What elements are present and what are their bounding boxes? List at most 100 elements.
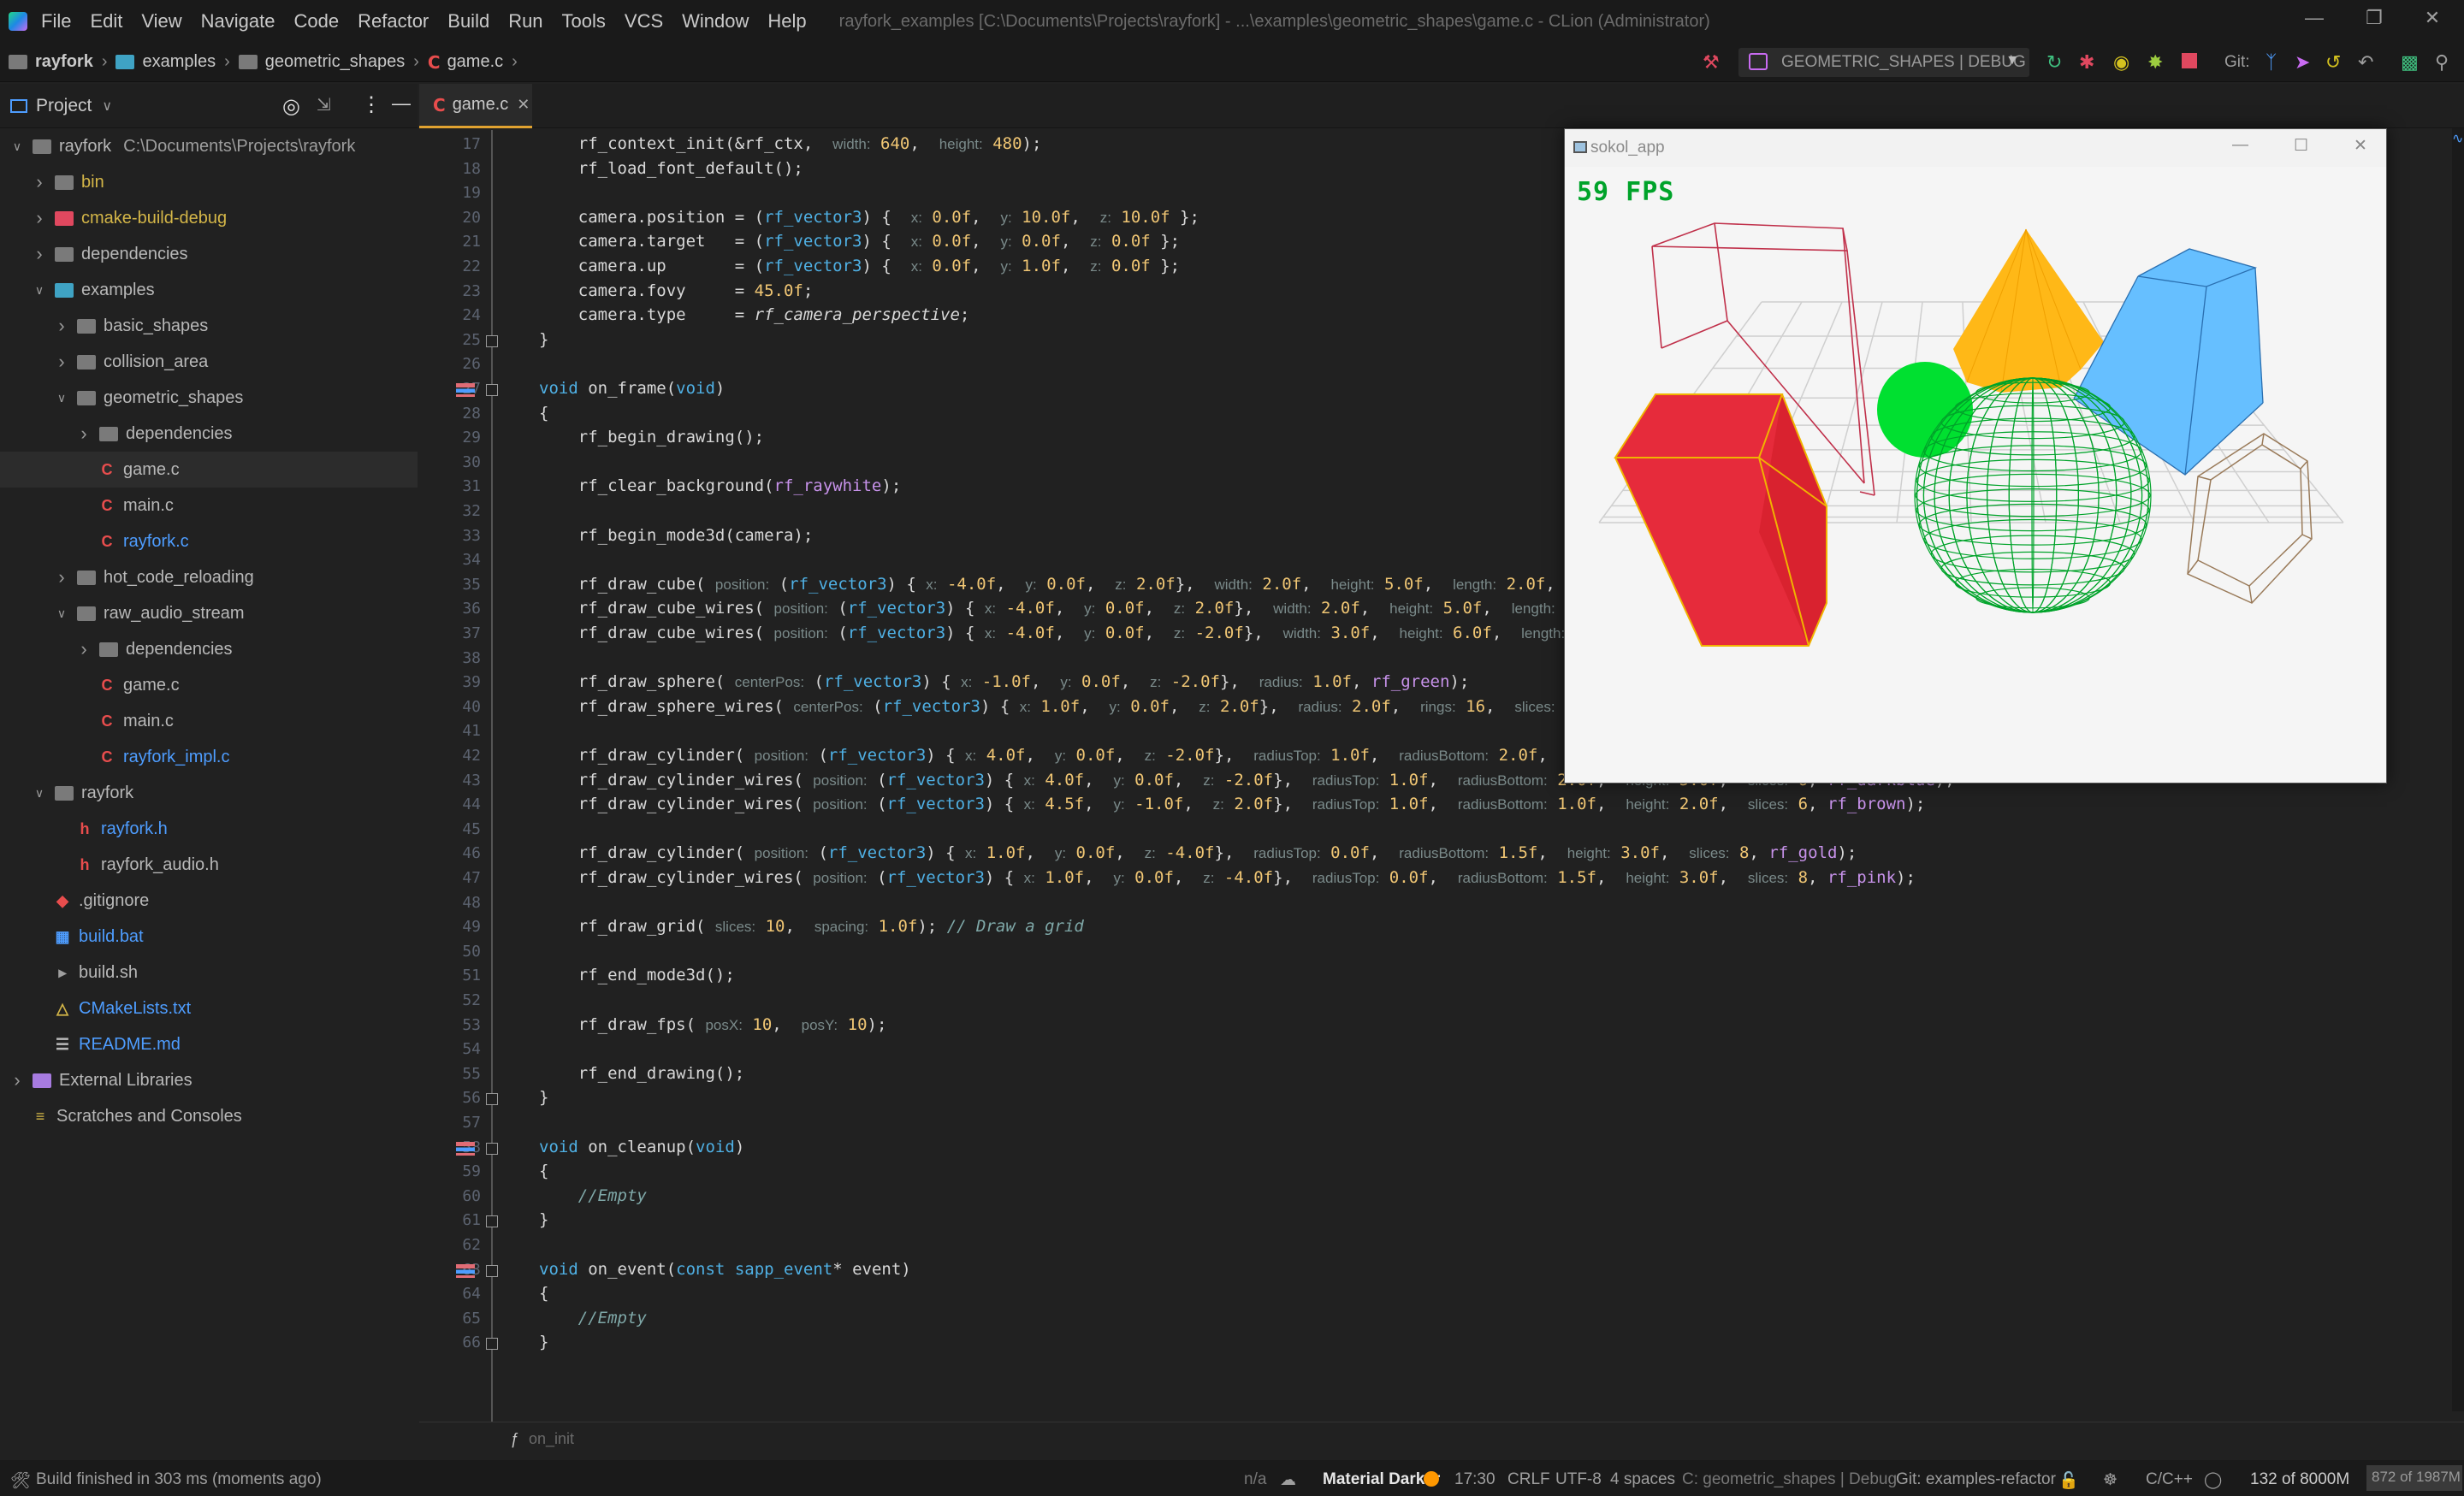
chevron-right-icon[interactable]: › (53, 566, 70, 588)
tree-item[interactable]: ▦ build.bat (0, 919, 418, 955)
code-line[interactable]: camera.target = (rf_vector3) { x: 0.0f, … (539, 232, 1180, 251)
code-line[interactable]: void on_cleanup(void) (539, 1138, 744, 1156)
tree-item[interactable]: Cgame.c (0, 667, 418, 703)
tree-item[interactable]: Cmain.c (0, 488, 418, 523)
tree-item[interactable]: ∨ raw_audio_stream (0, 595, 418, 631)
git-branch[interactable]: Git: examples-refactor (1896, 1470, 2056, 1489)
file-encoding[interactable]: UTF-8 (1555, 1470, 1602, 1489)
declaration-gutter-icon[interactable] (456, 1263, 475, 1278)
menu-navigate[interactable]: Navigate (201, 10, 275, 33)
indent-setting[interactable]: 4 spaces (1610, 1470, 1675, 1489)
chevron-right-icon[interactable]: › (31, 207, 48, 229)
code-line[interactable]: rf_load_font_default(); (539, 159, 803, 178)
close-tab-icon[interactable]: ✕ (517, 96, 530, 114)
code-line[interactable]: rf_draw_grid( slices: 10, spacing: 1.0f)… (539, 917, 1084, 936)
tree-item[interactable]: ∨ examples (0, 272, 418, 308)
declaration-gutter-icon[interactable] (456, 383, 475, 397)
code-line[interactable]: } (539, 1088, 548, 1107)
event-log-icon[interactable]: 🛠 (10, 1470, 31, 1491)
code-line[interactable]: camera.fovy = 45.0f; (539, 281, 814, 300)
menu-view[interactable]: View (141, 10, 181, 33)
code-line[interactable]: rf_context_init(&rf_ctx, width: 640, hei… (539, 134, 1042, 153)
run-configuration-select[interactable]: GEOMETRIC_SHAPES | DEBUG ▼ (1738, 48, 2029, 77)
code-line[interactable]: camera.up = (rf_vector3) { x: 0.0f, y: 1… (539, 257, 1180, 275)
restore-icon[interactable]: ❐ (2348, 0, 2401, 36)
hide-panel-icon[interactable]: — (392, 92, 411, 115)
code-line[interactable]: rf_draw_sphere_wires( centerPos: (rf_vec… (539, 697, 1692, 716)
fold-marker-icon[interactable] (486, 1093, 498, 1106)
code-line[interactable]: rf_draw_cylinder_wires( position: (rf_ve… (539, 868, 1916, 887)
chevron-right-icon[interactable]: › (75, 423, 92, 445)
tree-item[interactable]: ∨ geometric_shapes (0, 380, 418, 416)
tree-item[interactable]: Cmain.c (0, 703, 418, 739)
breadcrumb-examples[interactable]: examples (116, 52, 216, 72)
close-icon[interactable]: ✕ (2406, 0, 2459, 36)
lock-icon[interactable]: 🔓 (2058, 1470, 2079, 1491)
maximize-icon[interactable]: ☐ (2294, 136, 2308, 156)
code-line[interactable]: rf_begin_drawing(); (539, 428, 764, 446)
menu-help[interactable]: Help (767, 10, 806, 33)
code-line[interactable]: rf_draw_cube_wires( position: (rf_vector… (539, 599, 1712, 618)
chevron-right-icon[interactable]: › (75, 638, 92, 660)
tree-item[interactable]: › bin (0, 164, 418, 200)
fold-marker-icon[interactable] (486, 1215, 498, 1228)
stop-icon[interactable] (2182, 53, 2197, 68)
fold-marker-icon[interactable] (486, 1142, 498, 1155)
declaration-gutter-icon[interactable] (456, 1141, 475, 1156)
tree-item[interactable]: › dependencies (0, 416, 418, 452)
chevron-right-icon[interactable]: › (53, 351, 70, 373)
menu-build[interactable]: Build (447, 10, 489, 33)
tree-item[interactable]: › hot_code_reloading (0, 559, 418, 595)
tree-item[interactable]: ∨ rayfork (0, 775, 418, 811)
tree-item[interactable]: › External Libraries (0, 1062, 418, 1098)
breadcrumb-rayfork[interactable]: rayfork (9, 52, 93, 72)
chevron-right-icon[interactable]: › (31, 243, 48, 265)
git-history-icon[interactable]: ↺ (2325, 51, 2341, 74)
minimize-icon[interactable]: — (2288, 0, 2341, 36)
tree-item[interactable]: › collision_area (0, 344, 418, 380)
project-title[interactable]: Project (36, 96, 92, 116)
code-line[interactable]: } (539, 1210, 548, 1229)
tree-item[interactable]: ◆ .gitignore (0, 883, 418, 919)
code-line[interactable]: { (539, 1284, 548, 1303)
chevron-right-icon[interactable]: › (53, 315, 70, 337)
sokol-app-window[interactable]: sokol_app — ☐ ✕ 59 FPS (1564, 128, 2387, 783)
git-update-icon[interactable]: ᛉ (2266, 51, 2277, 74)
breadcrumb-geometric-shapes[interactable]: geometric_shapes (238, 52, 405, 72)
code-line[interactable]: camera.position = (rf_vector3) { x: 0.0f… (539, 208, 1199, 227)
tree-item[interactable]: Cgame.c (0, 452, 418, 488)
chevron-right-icon[interactable]: › (31, 171, 48, 193)
resolve-context[interactable]: C: geometric_shapes | Debug (1682, 1470, 1897, 1489)
code-line[interactable]: rf_end_drawing(); (539, 1064, 744, 1083)
sokol-title-bar[interactable]: sokol_app — ☐ ✕ (1565, 129, 2386, 167)
fold-marker-icon[interactable] (486, 384, 498, 396)
language-indicator[interactable]: C/C++ (2146, 1470, 2193, 1489)
inspection-icon[interactable]: ∿ (2452, 130, 2463, 147)
fold-marker-icon[interactable] (486, 1338, 498, 1351)
render-canvas[interactable]: 59 FPS (1565, 167, 2386, 783)
locate-target-icon[interactable]: ◎ (282, 94, 300, 119)
more-options-icon[interactable]: ⋮ (361, 92, 382, 117)
cloud-icon[interactable]: ☁ (1280, 1470, 1296, 1490)
fold-marker-icon[interactable] (486, 1264, 498, 1277)
minimize-icon[interactable]: — (2232, 136, 2248, 155)
tree-item[interactable]: △ CMakeLists.txt (0, 990, 418, 1026)
code-line[interactable]: void on_frame(void) (539, 379, 725, 398)
git-push-icon[interactable]: ➤ (2295, 51, 2310, 74)
chevron-right-icon[interactable]: › (9, 1069, 26, 1091)
tree-item[interactable]: h rayfork_audio.h (0, 847, 418, 883)
caret-position[interactable]: 17:30 (1454, 1470, 1496, 1489)
code-line[interactable]: rf_end_mode3d(); (539, 966, 735, 985)
reload-icon[interactable]: ↻ (2046, 51, 2062, 74)
tree-item[interactable]: › cmake-build-debug (0, 200, 418, 236)
build-hammer-icon[interactable]: ⚒ (1703, 51, 1720, 74)
chevron-down-icon[interactable]: ∨ (31, 786, 48, 801)
code-line[interactable]: //Empty (539, 1309, 647, 1327)
chevron-down-icon[interactable]: ∨ (53, 606, 70, 621)
tree-item[interactable]: ☰ README.md (0, 1026, 418, 1062)
theme-name[interactable]: Material Darker (1323, 1470, 1440, 1489)
memory-usage-bar[interactable]: 872 of 1987M (2366, 1465, 2462, 1491)
tree-item[interactable]: ≡ Scratches and Consoles (0, 1098, 418, 1134)
inspector-icon[interactable]: ☸ (2103, 1470, 2118, 1490)
code-line[interactable]: //Empty (539, 1186, 647, 1205)
